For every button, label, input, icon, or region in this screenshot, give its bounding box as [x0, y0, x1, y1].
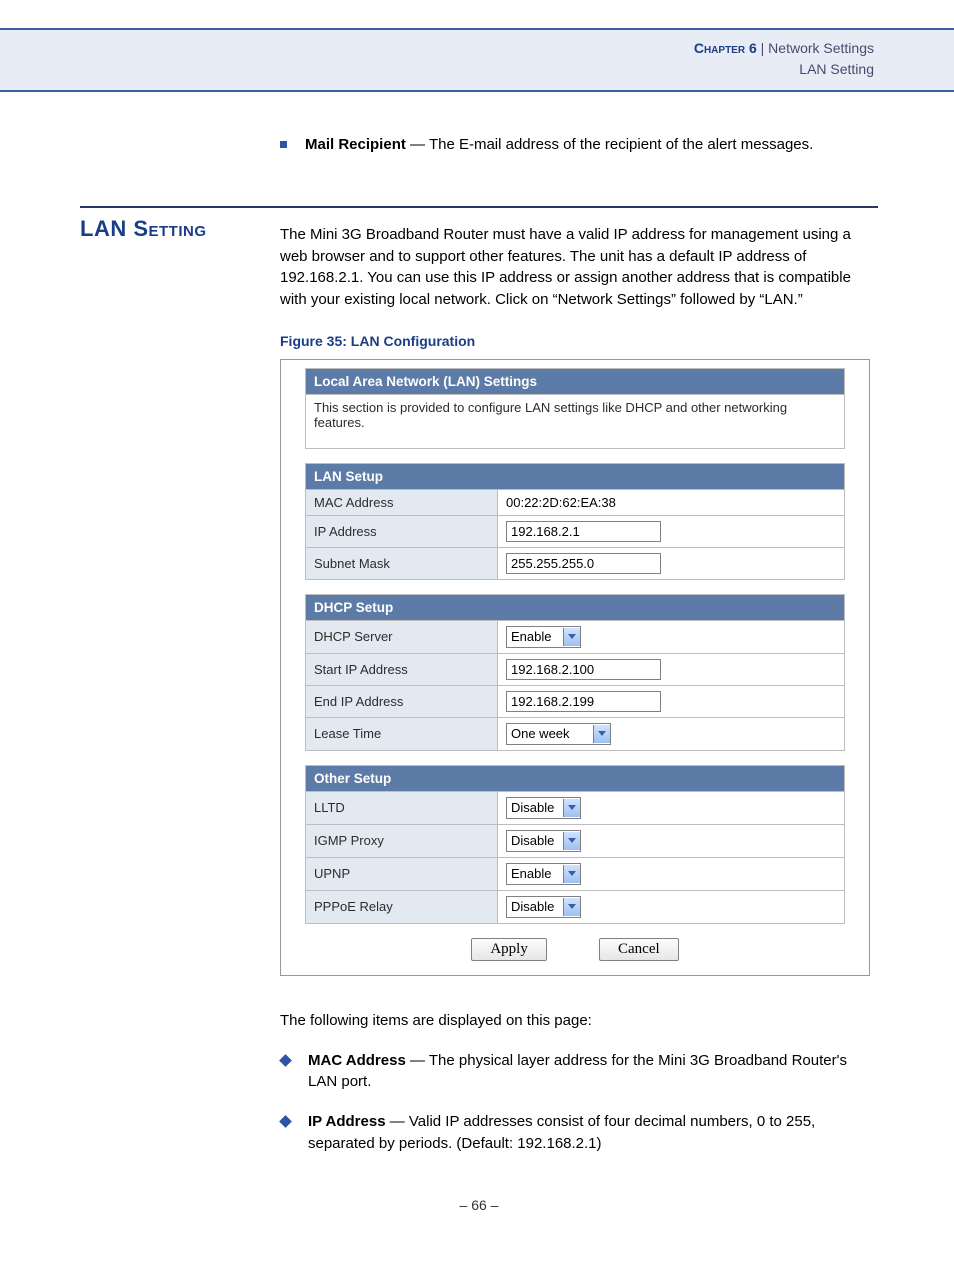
lease-time-select[interactable]: One week — [506, 723, 611, 745]
igmp-proxy-select[interactable]: Disable — [506, 830, 581, 852]
dhcp-server-select[interactable]: Enable — [506, 626, 581, 648]
chevron-down-icon — [563, 628, 580, 646]
end-ip-input[interactable] — [506, 691, 661, 712]
dhcp-server-label: DHCP Server — [306, 620, 498, 653]
pppoe-relay-select[interactable]: Disable — [506, 896, 581, 918]
items-intro: The following items are displayed on thi… — [280, 1010, 878, 1032]
diamond-bullet-icon — [279, 1115, 292, 1128]
page-number: – 66 – — [80, 1197, 878, 1213]
subnet-mask-label: Subnet Mask — [306, 547, 498, 579]
igmp-proxy-label: IGMP Proxy — [306, 824, 498, 857]
header-section: Network Settings — [768, 40, 874, 56]
ip-address-item: IP Address — Valid IP addresses consist … — [308, 1111, 878, 1155]
ip-address-input[interactable] — [506, 521, 661, 542]
apply-button[interactable]: Apply — [471, 938, 547, 961]
chevron-down-icon — [563, 865, 580, 883]
ip-address-label: IP Address — [306, 515, 498, 547]
intro-paragraph: The Mini 3G Broadband Router must have a… — [280, 224, 878, 311]
chapter-label: Chapter 6 — [694, 40, 757, 56]
start-ip-label: Start IP Address — [306, 653, 498, 685]
cancel-button[interactable]: Cancel — [599, 938, 679, 961]
pppoe-relay-label: PPPoE Relay — [306, 890, 498, 923]
mac-address-value: 00:22:2D:62:EA:38 — [498, 489, 845, 515]
upnp-select[interactable]: Enable — [506, 863, 581, 885]
lltd-label: LLTD — [306, 791, 498, 824]
chevron-down-icon — [563, 799, 580, 817]
lan-settings-title: Local Area Network (LAN) Settings — [306, 368, 845, 394]
lease-time-label: Lease Time — [306, 717, 498, 750]
mac-address-label: MAC Address — [306, 489, 498, 515]
lan-settings-desc: This section is provided to configure LA… — [306, 394, 845, 448]
chevron-down-icon — [563, 832, 580, 850]
lan-setup-header: LAN Setup — [306, 463, 845, 489]
chevron-down-icon — [563, 898, 580, 916]
figure-caption: Figure 35: LAN Configuration — [280, 333, 878, 349]
mail-recipient-text: Mail Recipient — The E-mail address of t… — [305, 134, 878, 156]
start-ip-input[interactable] — [506, 659, 661, 680]
subnet-mask-input[interactable] — [506, 553, 661, 574]
mac-address-item: MAC Address — The physical layer address… — [308, 1050, 878, 1094]
section-divider — [80, 206, 878, 208]
header-subsection: LAN Setting — [799, 61, 874, 77]
diamond-bullet-icon — [279, 1054, 292, 1067]
square-bullet-icon — [280, 141, 287, 148]
page-header: Chapter 6 | Network Settings LAN Setting — [0, 28, 954, 92]
end-ip-label: End IP Address — [306, 685, 498, 717]
other-setup-header: Other Setup — [306, 765, 845, 791]
chevron-down-icon — [593, 725, 610, 743]
lan-config-screenshot: Local Area Network (LAN) Settings This s… — [280, 359, 870, 976]
lltd-select[interactable]: Disable — [506, 797, 581, 819]
upnp-label: UPNP — [306, 857, 498, 890]
dhcp-setup-header: DHCP Setup — [306, 594, 845, 620]
